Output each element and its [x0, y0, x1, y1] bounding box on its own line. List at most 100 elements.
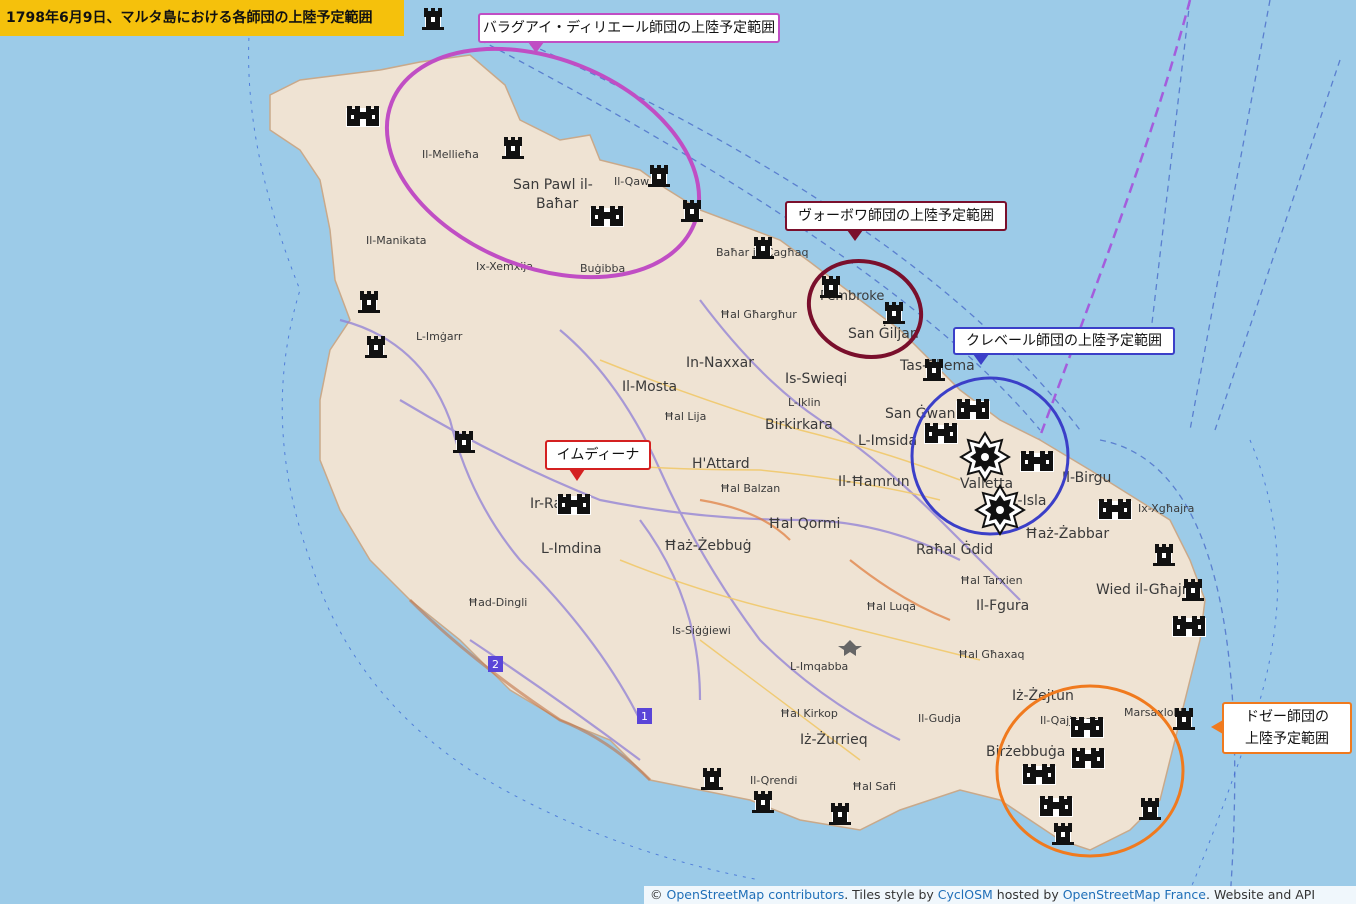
label-gudja: Il-Gudja: [918, 712, 961, 725]
fort-icon: [1098, 499, 1132, 520]
map-title: 1798年6月9日、マルタ島における各師団の上陸予定範囲: [0, 0, 404, 36]
label-qawra: Il-Qaw: [614, 175, 649, 188]
label-kirkop: Ħal Kirkop: [780, 707, 838, 720]
label-balzan: Ħal Balzan: [720, 482, 780, 495]
label-mosta: Il-Mosta: [622, 379, 677, 395]
attribution-copyright: ©: [650, 887, 667, 902]
tower-icon: [681, 200, 703, 222]
label-xghajra: Ix-Xgħajra: [1138, 502, 1194, 515]
fort-icon: [1071, 748, 1105, 769]
tower-icon: [883, 302, 905, 324]
tower-icon: [1139, 798, 1161, 820]
route-badge-2-label: 2: [492, 658, 499, 671]
label-birkirkara: Birkirkara: [765, 417, 833, 433]
callout-pointer: [1211, 720, 1223, 734]
label-safi: Ħal Safi: [852, 780, 896, 793]
tower-icon: [358, 291, 380, 313]
label-qrendi: Il-Qrendi: [750, 774, 797, 787]
label-hamrun: Il-Ħamrun: [838, 474, 910, 490]
kleber-callout-label: クレベール師団の上陸予定範囲: [966, 333, 1162, 349]
cyclosm-link[interactable]: CyclOSM: [938, 887, 993, 902]
tower-icon: [502, 137, 524, 159]
label-dingli: Ħad-Dingli: [468, 596, 527, 609]
callout-pointer: [569, 469, 585, 481]
label-ghaxaq: Ħal Għaxaq: [958, 648, 1025, 661]
label-fgura: Il-Fgura: [976, 598, 1029, 614]
label-mgarr: L-Imġarr: [416, 330, 463, 343]
osm-contributors-link[interactable]: OpenStreetMap contributors: [666, 887, 844, 902]
fort-icon: [1172, 616, 1206, 637]
label-msida: L-Imsida: [858, 433, 917, 449]
mdina-callout: イムディーナ: [545, 440, 651, 481]
desaix-callout: ドゼー師団の 上陸予定範囲: [1211, 702, 1352, 754]
map-attribution: © OpenStreetMap contributors. Tiles styl…: [644, 886, 1356, 904]
label-san-pawl-1: San Pawl il-: [513, 177, 593, 193]
tower-icon: [923, 359, 945, 381]
label-rahal-gdid: Raħal Ġdid: [916, 540, 993, 558]
label-swieqi: Is-Swieqi: [785, 371, 847, 387]
tower-icon: [701, 768, 723, 790]
vaubois-callout-label: ヴォーボワ師団の上陸予定範囲: [798, 208, 994, 224]
label-manikata: Il-Manikata: [366, 234, 427, 247]
desaix-callout-line1: ドゼー師団の: [1245, 709, 1329, 725]
malta-map: Il-Mellieħa San Pawl il- Baħar Il-Qaw Il…: [248, 0, 1341, 901]
vaubois-callout: ヴォーボワ師団の上陸予定範囲: [785, 201, 1007, 241]
fort-icon: [1020, 451, 1054, 472]
tower-icon: [1173, 708, 1195, 730]
fort-icon: [924, 423, 958, 444]
fort-icon: [590, 206, 624, 227]
callout-pointer: [528, 42, 544, 53]
mdina-callout-label: イムディーナ: [556, 447, 640, 463]
label-san-pawl-2: Baħar: [536, 196, 578, 212]
tower-icon: [1182, 579, 1204, 601]
fort-icon: [1022, 764, 1056, 785]
boundary-line: [1033, 0, 1192, 451]
attribution-text-1: . Tiles style by: [844, 887, 938, 902]
star-fortress-icon: [975, 485, 1025, 535]
label-zebbug: Ħaż-Żebbuġ: [664, 536, 752, 554]
osm-france-link[interactable]: OpenStreetMap France: [1063, 887, 1206, 902]
label-tarxien: Ħal Tarxien: [960, 574, 1023, 587]
star-fortress-icon: [960, 432, 1010, 482]
tower-icon: [752, 791, 774, 813]
tower-icon: [453, 431, 475, 453]
label-attard: H'Attard: [692, 456, 750, 472]
tower-icon: [648, 165, 670, 187]
kleber-callout: クレベール師団の上陸予定範囲: [953, 327, 1175, 365]
label-imqabba: L-Imqabba: [790, 660, 848, 673]
label-siggiewi: Is-Siġġiewi: [672, 624, 731, 637]
tower-icon: [1153, 544, 1175, 566]
callout-pointer: [847, 230, 863, 241]
tower-icon: [820, 276, 842, 298]
malta-island: [269, 54, 1206, 851]
label-zurrieq: Iż-Żurrieq: [800, 730, 868, 748]
tower-icon: [829, 803, 851, 825]
route-badge-2: 2: [488, 656, 503, 672]
baraguey-callout-label: バラグアイ・ディリエール師団の上陸予定範囲: [482, 20, 776, 36]
desaix-callout-line2: 上陸予定範囲: [1245, 731, 1329, 747]
baraguey-callout: バラグアイ・ディリエール師団の上陸予定範囲: [478, 13, 780, 53]
label-birgu: Il-Birgu: [1062, 470, 1111, 486]
label-mdina-town: L-Imdina: [541, 541, 602, 557]
label-gharghur: Ħal Għargħur: [720, 308, 797, 321]
label-iklin: L-Iklin: [788, 396, 821, 409]
fort-icon: [557, 494, 591, 515]
label-naxxar: In-Naxxar: [686, 355, 754, 371]
callout-pointer: [973, 354, 989, 365]
attribution-text-2: hosted by: [992, 887, 1063, 902]
tower-icon: [752, 237, 774, 259]
route-badge-1-label: 1: [641, 710, 648, 723]
label-san-giljan: San Ġiljan: [848, 324, 919, 342]
fort-icon: [956, 399, 990, 420]
label-qormi: Ħal Qormi: [768, 516, 840, 532]
label-wied-ghajn: Wied il-Għajn: [1096, 582, 1191, 598]
tower-icon: [1052, 823, 1074, 845]
label-mellieha: Il-Mellieħa: [422, 148, 479, 161]
label-luqa: Ħal Luqa: [866, 600, 916, 613]
label-lija: Ħal Lija: [664, 410, 706, 423]
tower-icon: [422, 8, 444, 30]
tower-icon: [365, 336, 387, 358]
label-zabbar: Ħaż-Żabbar: [1025, 524, 1109, 542]
fort-icon: [346, 106, 380, 127]
fort-icon: [1039, 796, 1073, 817]
